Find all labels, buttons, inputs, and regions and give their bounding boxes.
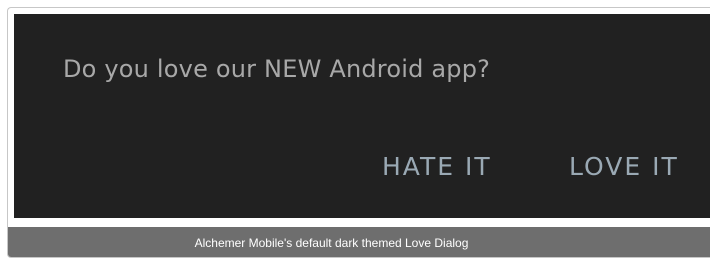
dialog-question: Do you love our NEW Android app?	[63, 55, 491, 83]
love-it-button[interactable]: LOVE IT	[569, 152, 679, 181]
figure-frame: Do you love our NEW Android app? HATE IT…	[7, 7, 710, 258]
figure-caption: Alchemer Mobile's default dark themed Lo…	[8, 227, 710, 257]
hate-it-button[interactable]: HATE IT	[382, 152, 492, 181]
love-dialog: Do you love our NEW Android app? HATE IT…	[14, 14, 710, 218]
